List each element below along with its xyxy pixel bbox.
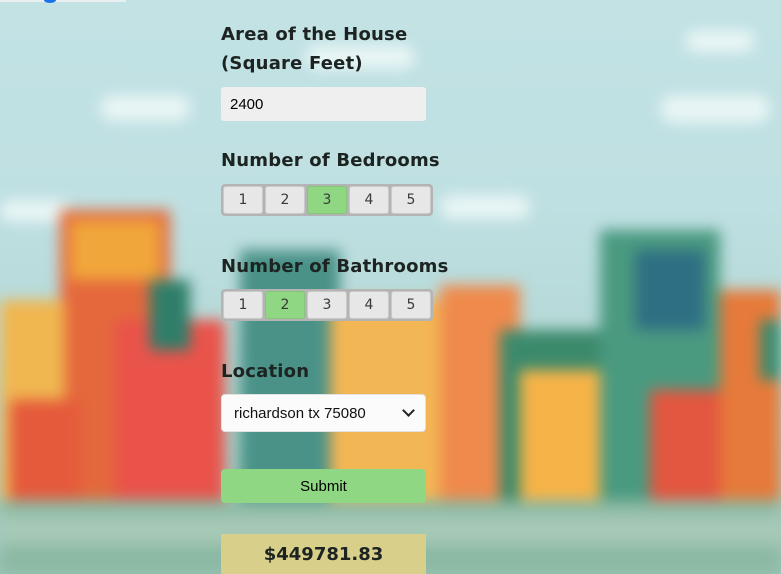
bathrooms-option-2[interactable]: 2: [265, 291, 305, 319]
bedrooms-option-4[interactable]: 4: [349, 186, 389, 214]
bedrooms-option-3[interactable]: 3: [307, 186, 347, 214]
area-input[interactable]: [221, 87, 426, 121]
bedrooms-option-5[interactable]: 5: [391, 186, 431, 214]
bedrooms-selector: 1 2 3 4 5: [221, 184, 433, 216]
bathrooms-label: Number of Bathrooms: [221, 256, 449, 277]
location-select[interactable]: richardson tx 75080: [221, 394, 426, 432]
bedrooms-option-2[interactable]: 2: [265, 186, 305, 214]
bathrooms-option-5[interactable]: 5: [391, 291, 431, 319]
bedrooms-label: Number of Bedrooms: [221, 150, 440, 171]
bathrooms-option-1[interactable]: 1: [223, 291, 263, 319]
bathrooms-option-4[interactable]: 4: [349, 291, 389, 319]
estimated-price-result: $449781.83: [221, 534, 426, 574]
bathrooms-selector: 1 2 3 4 5: [221, 289, 433, 321]
chevron-down-icon: [402, 404, 415, 417]
top-progress-bar: [0, 0, 126, 3]
bedrooms-option-1[interactable]: 1: [223, 186, 263, 214]
area-label: Area of the House (Square Feet): [221, 24, 408, 74]
submit-button[interactable]: Submit: [221, 469, 426, 503]
location-selected-value: richardson tx 75080: [234, 404, 366, 422]
location-label: Location: [221, 361, 310, 382]
bathrooms-option-3[interactable]: 3: [307, 291, 347, 319]
